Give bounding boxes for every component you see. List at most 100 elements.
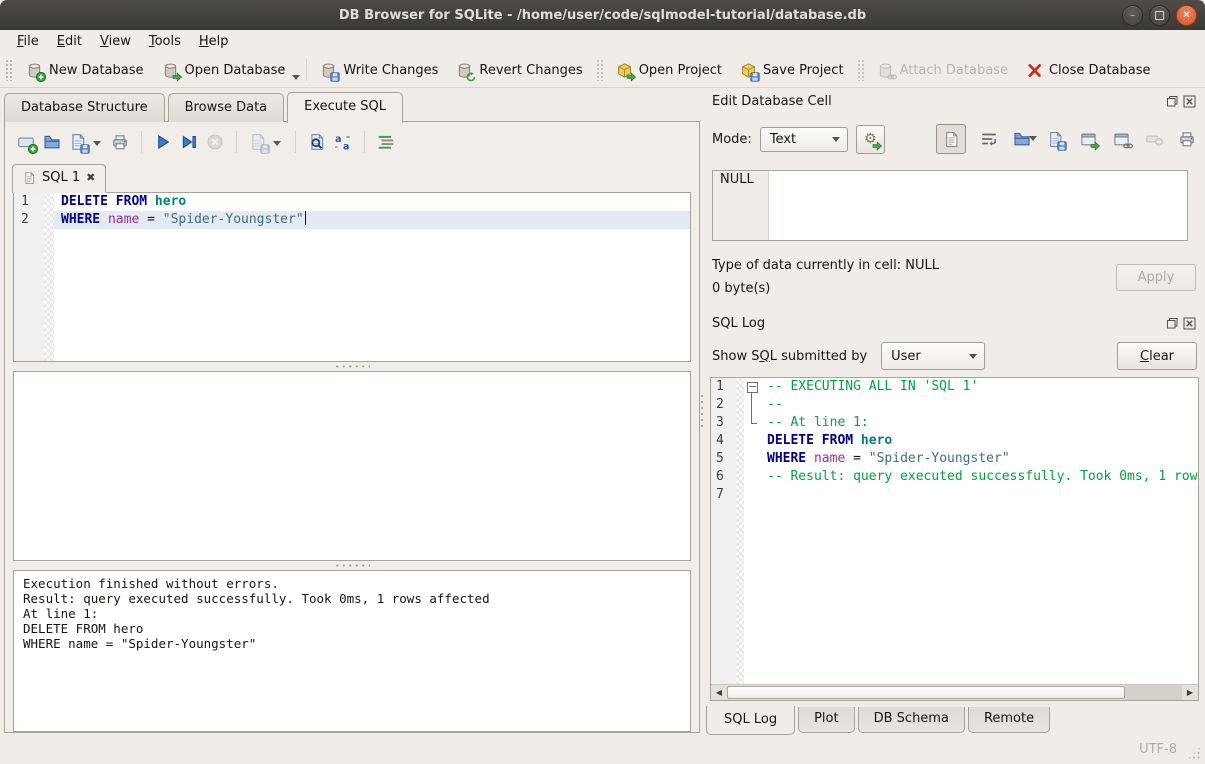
results-grid-pane[interactable]: [13, 371, 691, 561]
cell-value-editor[interactable]: NULL: [712, 170, 1188, 241]
find-in-sql-icon[interactable]: [308, 133, 326, 151]
sql-tab-label: SQL 1: [42, 170, 80, 185]
window-controls: – ✕: [1122, 5, 1197, 26]
edit-cell-dock-title: Edit Database Cell: [712, 94, 832, 109]
scrollbar-thumb[interactable]: [727, 686, 1125, 699]
menu-tools[interactable]: Tools: [140, 32, 190, 51]
word-wrap-icon[interactable]: [979, 129, 999, 149]
svg-text:a: a: [335, 134, 341, 145]
maximize-button[interactable]: [1149, 5, 1170, 26]
dock-tab-plot[interactable]: Plot: [798, 707, 855, 733]
print-sql-icon[interactable]: [111, 133, 129, 151]
sql-log-dock-header: SQL Log: [712, 314, 1198, 332]
close-sql-tab-icon[interactable]: ✖: [86, 171, 95, 184]
open-database-dropdown-caret[interactable]: [292, 75, 300, 84]
cell-value-content[interactable]: [769, 171, 1187, 240]
chevron-down-icon: [832, 137, 840, 146]
open-project-button[interactable]: Open Project: [607, 58, 731, 83]
open-database-icon: [162, 62, 179, 79]
sql-log-dock-title: SQL Log: [712, 316, 765, 331]
close-database-icon: [1026, 62, 1043, 79]
sql-log-filter-label: Show SQL submitted by: [712, 349, 867, 364]
scroll-right-icon[interactable]: ▶: [1182, 685, 1198, 700]
import-dropdown-caret[interactable]: [1029, 136, 1037, 145]
sql-editor[interactable]: 1DELETE FROM hero2WHERE name = "Spider-Y…: [13, 192, 691, 362]
set-as-null-icon[interactable]: [1144, 129, 1164, 149]
sql-log-text[interactable]: 1-- EXECUTING ALL IN 'SQL 1'2--3-- At li…: [711, 378, 1198, 684]
new-database-icon: [26, 62, 43, 79]
results-message-splitter[interactable]: [5, 561, 699, 570]
new-database-button[interactable]: New Database: [17, 58, 153, 83]
scroll-left-icon[interactable]: ◀: [711, 685, 727, 700]
tab-browse-data[interactable]: Browse Data: [168, 93, 285, 122]
tab-execute-sql[interactable]: Execute SQL: [287, 92, 403, 123]
mode-select-value: Text: [770, 132, 796, 147]
mode-select[interactable]: Text: [760, 127, 848, 152]
menu-help[interactable]: Help: [190, 32, 238, 51]
open-in-external-app-icon[interactable]: [1078, 129, 1098, 149]
sql-log-filter-row: Show SQL submitted by User Clear: [712, 341, 1197, 371]
toolbar-separator: [295, 131, 296, 153]
print-cell-icon[interactable]: [1177, 129, 1197, 149]
text-mode-button[interactable]: [936, 124, 966, 154]
stop-execution-icon[interactable]: [206, 133, 224, 151]
save-results-icon[interactable]: [249, 133, 267, 151]
execution-message-pane[interactable]: Execution finished without errors.Result…: [13, 570, 691, 732]
new-sql-tab-icon[interactable]: [17, 133, 35, 151]
minimize-button[interactable]: –: [1122, 5, 1143, 26]
execute-all-icon[interactable]: [154, 133, 172, 151]
main-toolbar: New Database Open Database Write Changes…: [0, 53, 1205, 88]
encoding-indicator: UTF-8: [1139, 742, 1177, 757]
revert-changes-button[interactable]: Revert Changes: [447, 58, 591, 83]
save-sql-file-dropdown-caret[interactable]: [93, 141, 101, 150]
sql-tab-sql1[interactable]: SQL 1 ✖: [12, 164, 106, 193]
close-dock-icon[interactable]: [1183, 95, 1196, 108]
close-dock-icon[interactable]: [1183, 317, 1196, 330]
toolbar-separator: [596, 59, 603, 81]
menu-file[interactable]: File: [8, 32, 48, 51]
execute-current-line-icon[interactable]: [180, 133, 198, 151]
find-and-replace-icon[interactable]: aa: [334, 133, 352, 151]
attach-database-icon: [877, 62, 894, 79]
toolbar-drag-handle[interactable]: [5, 59, 12, 81]
menu-edit[interactable]: Edit: [48, 32, 91, 51]
close-database-button[interactable]: Close Database: [1017, 58, 1160, 83]
cell-mode-row: Mode: Text ⚙: [712, 124, 1197, 154]
save-results-dropdown-caret[interactable]: [273, 141, 281, 150]
cell-value-gutter: NULL: [713, 171, 769, 240]
import-from-file-icon[interactable]: [1012, 129, 1032, 149]
open-database-button[interactable]: Open Database: [153, 58, 295, 83]
menu-view[interactable]: View: [91, 32, 140, 51]
sql-log-filter-value: User: [891, 349, 921, 364]
cell-type-info: Type of data currently in cell: NULL: [712, 258, 939, 273]
auto-apply-button[interactable]: ⚙: [856, 125, 885, 154]
write-changes-button[interactable]: Write Changes: [311, 58, 447, 83]
scrollbar-trough[interactable]: [1125, 685, 1182, 700]
sql-log-hscrollbar[interactable]: ◀ ▶: [711, 684, 1198, 700]
apply-button[interactable]: Apply: [1116, 264, 1196, 291]
save-project-button[interactable]: Save Project: [731, 58, 853, 83]
editor-results-splitter[interactable]: [5, 362, 699, 371]
save-sql-file-icon[interactable]: [69, 133, 87, 151]
clear-log-button[interactable]: Clear: [1117, 342, 1197, 370]
sql-log-pane[interactable]: 1-- EXECUTING ALL IN 'SQL 1'2--3-- At li…: [710, 377, 1199, 701]
format-sql-icon[interactable]: [377, 133, 395, 151]
svg-text:a: a: [343, 141, 349, 151]
close-button[interactable]: ✕: [1176, 5, 1197, 26]
open-sql-file-icon[interactable]: [43, 133, 61, 151]
edit-cell-dock-header: Edit Database Cell: [712, 92, 1198, 110]
float-dock-icon[interactable]: [1166, 317, 1179, 330]
export-to-file-icon[interactable]: [1045, 129, 1065, 149]
dock-tab-sql-log[interactable]: SQL Log: [706, 706, 795, 735]
open-project-icon: [616, 62, 633, 79]
resize-grip[interactable]: [1187, 746, 1201, 760]
execute-sql-panel: aa SQL 1 ✖ 1DELETE FROM hero2WHERE name …: [4, 121, 700, 733]
copy-link-icon[interactable]: [1111, 129, 1131, 149]
sql-log-filter-select[interactable]: User: [881, 342, 985, 370]
tab-database-structure[interactable]: Database Structure: [4, 93, 165, 122]
dock-tab-remote[interactable]: Remote: [968, 707, 1050, 733]
dock-tab-db-schema[interactable]: DB Schema: [858, 707, 965, 733]
float-dock-icon[interactable]: [1166, 95, 1179, 108]
toolbar-separator: [364, 131, 365, 153]
attach-database-button[interactable]: Attach Database: [868, 58, 1017, 83]
